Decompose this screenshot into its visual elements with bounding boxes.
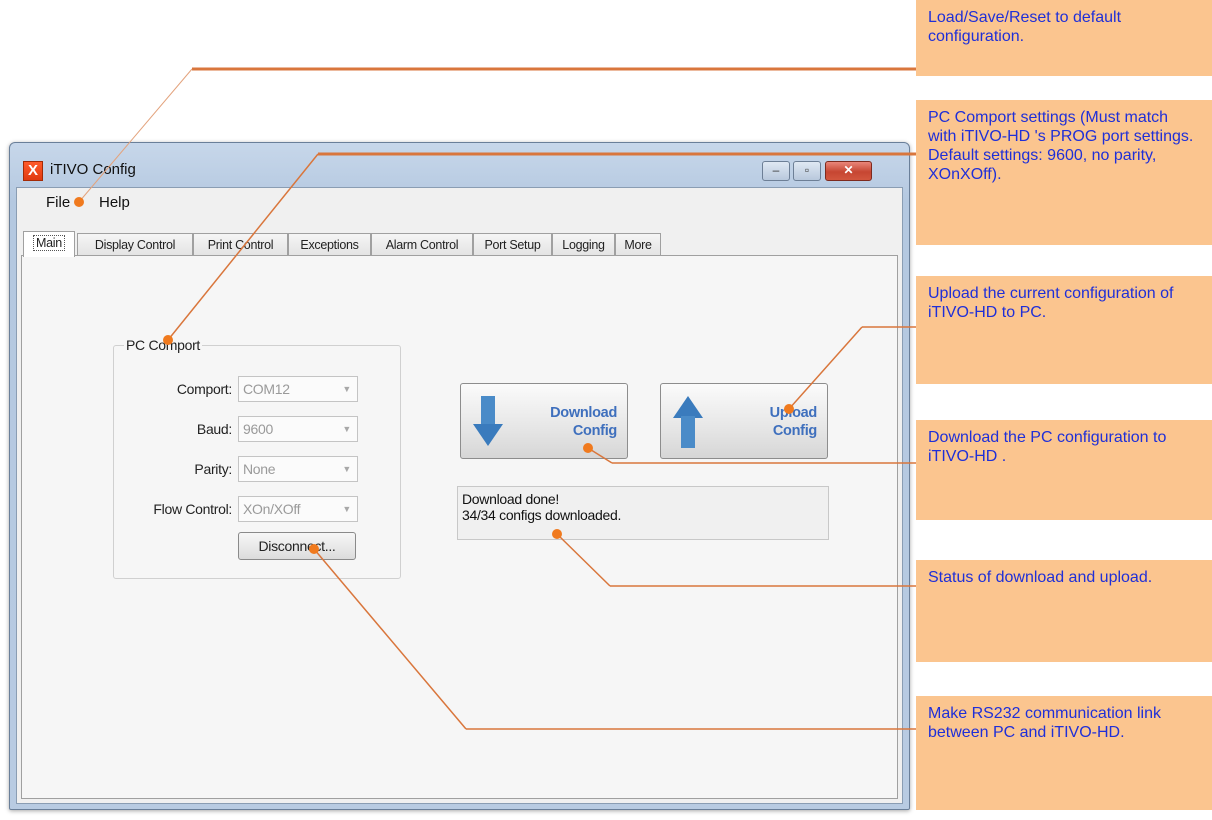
tab-main[interactable]: Main: [23, 231, 75, 257]
marker-dot-comport: [163, 335, 173, 345]
marker-dot-file: [74, 197, 84, 207]
callout-upload: Upload the current configuration of iTIV…: [916, 276, 1212, 384]
leader-line-upload-diagonal: [788, 326, 863, 410]
leader-line-comport-diagonal: [167, 153, 319, 341]
tab-main-label: Main: [33, 235, 65, 251]
marker-dot-status: [552, 529, 562, 539]
callout-pc-comport: PC Comport settings (Must match with iTI…: [916, 100, 1212, 245]
leader-line-status-diagonal: [556, 533, 611, 587]
callout-rs232-link: Make RS232 communication link between PC…: [916, 696, 1212, 810]
callout-status: Status of download and upload.: [916, 560, 1212, 662]
leader-line-disconnect-diagonal: [313, 548, 467, 730]
leader-line-file-diagonal: [78, 68, 193, 203]
marker-dot-disconnect: [309, 544, 319, 554]
marker-dot-upload: [784, 404, 794, 414]
callout-download: Download the PC configuration to iTIVO-H…: [916, 420, 1212, 520]
callout-file-menu: Load/Save/Reset to default configuration…: [916, 0, 1212, 76]
marker-dot-download: [583, 443, 593, 453]
